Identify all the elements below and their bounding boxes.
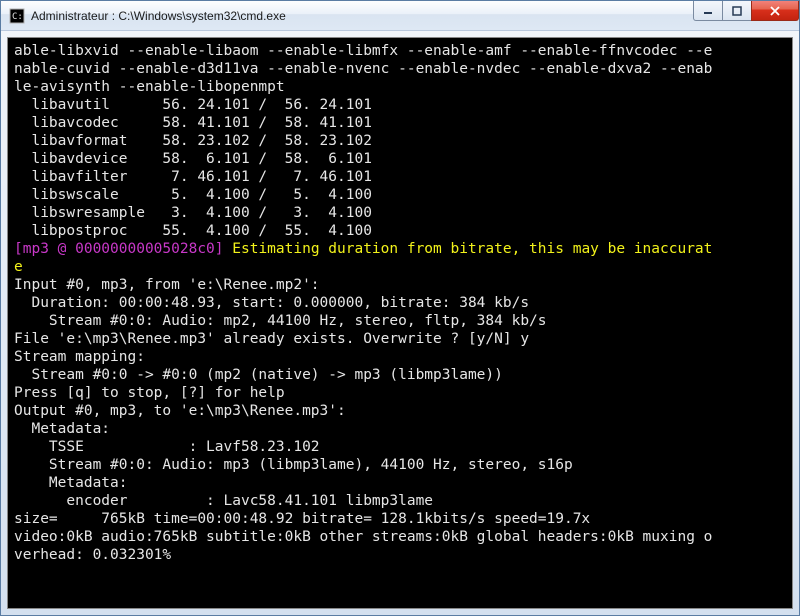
maximize-button[interactable] (722, 1, 752, 21)
window-controls (694, 1, 799, 30)
cmd-icon: C: (9, 8, 25, 24)
cmd-window: C: Administrateur : C:\Windows\system32\… (0, 0, 800, 616)
console-output[interactable]: able-libxvid --enable-libaom --enable-li… (7, 37, 793, 609)
minimize-button[interactable] (693, 1, 723, 21)
svg-text:C:: C: (12, 12, 23, 22)
titlebar[interactable]: C: Administrateur : C:\Windows\system32\… (1, 1, 799, 31)
close-button[interactable] (751, 1, 799, 21)
window-title: Administrateur : C:\Windows\system32\cmd… (31, 9, 694, 23)
